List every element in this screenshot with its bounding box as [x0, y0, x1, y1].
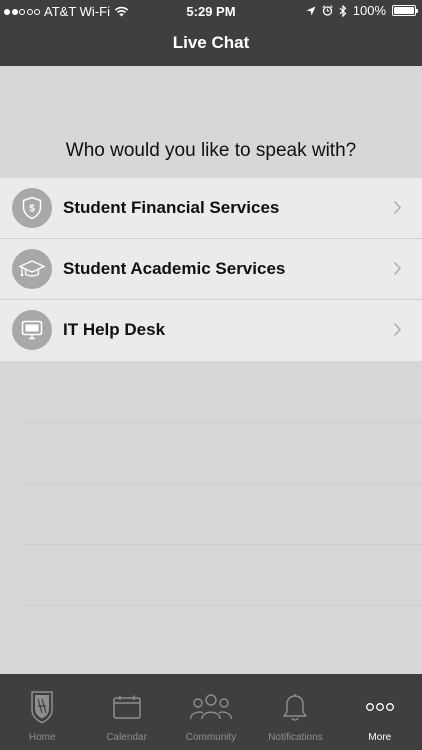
tab-label: Home [28, 732, 56, 743]
tab-community[interactable]: Community [169, 674, 253, 750]
people-icon [189, 688, 233, 726]
bell-icon [281, 688, 309, 726]
tab-bar: Home Calendar Community Notifications Mo… [0, 674, 422, 750]
list-separator [22, 422, 422, 423]
top-bar: AT&T Wi-Fi 5:29 PM 100% Live Chat [0, 0, 422, 66]
monitor-icon [12, 310, 52, 350]
tab-label: Community [185, 732, 237, 743]
battery-percentage: 100% [352, 3, 386, 18]
option-student-financial-services[interactable]: $ Student Financial Services [0, 178, 422, 239]
tab-label: Calendar [106, 732, 147, 743]
option-label: Student Academic Services [63, 259, 286, 278]
chat-options-list: $ Student Financial Services Student Aca… [0, 178, 422, 361]
chevron-right-icon [393, 261, 402, 276]
chevron-right-icon [393, 200, 402, 215]
shield-crest-icon [29, 688, 55, 726]
tab-label: More [368, 732, 392, 743]
tab-notifications[interactable]: Notifications [253, 674, 337, 750]
tab-more[interactable]: More [338, 674, 422, 750]
option-label: IT Help Desk [63, 320, 166, 339]
page-title: Live Chat [172, 33, 250, 52]
status-bar: AT&T Wi-Fi 5:29 PM 100% [0, 0, 422, 22]
tab-calendar[interactable]: Calendar [84, 674, 168, 750]
svg-text:$: $ [29, 204, 35, 215]
tab-label: Notifications [268, 732, 323, 743]
shield-dollar-icon: $ [12, 188, 52, 228]
chat-prompt: Who would you like to speak with? [65, 140, 357, 161]
list-separator [22, 544, 422, 545]
location-arrow-icon [306, 6, 316, 15]
option-student-academic-services[interactable]: Student Academic Services [0, 239, 422, 300]
bluetooth-icon [339, 4, 347, 17]
list-separator [22, 483, 422, 484]
tab-home[interactable]: Home [0, 674, 84, 750]
option-label: Student Financial Services [63, 198, 280, 217]
more-dots-icon [365, 688, 395, 726]
chevron-right-icon [393, 322, 402, 337]
option-it-help-desk[interactable]: IT Help Desk [0, 300, 422, 361]
alarm-icon [322, 5, 333, 16]
graduation-cap-icon [12, 249, 52, 289]
list-separator [22, 605, 422, 606]
battery-icon [392, 5, 418, 16]
calendar-icon [112, 688, 142, 726]
